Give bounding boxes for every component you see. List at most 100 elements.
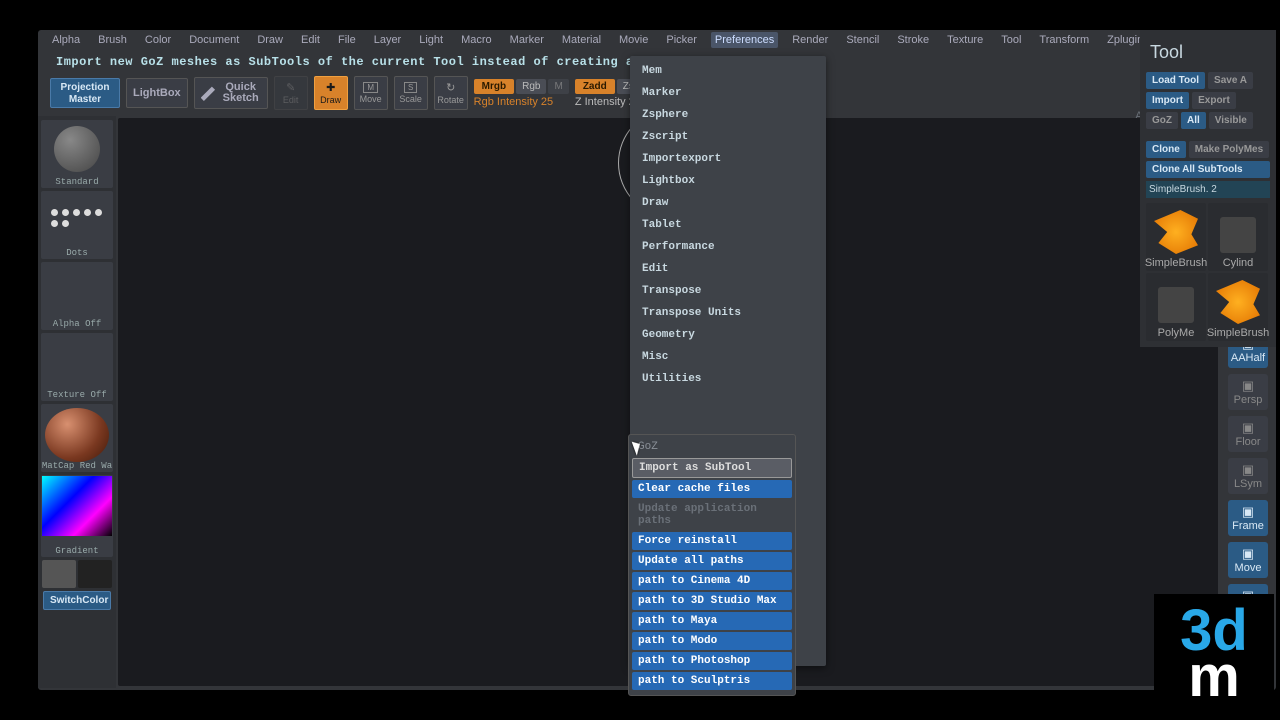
menu-document[interactable]: Document xyxy=(185,32,243,48)
pref-item-edit[interactable]: Edit xyxy=(632,258,824,280)
menu-material[interactable]: Material xyxy=(558,32,605,48)
menu-light[interactable]: Light xyxy=(415,32,447,48)
path-to-cinema4d-button[interactable]: path to Cinema 4D xyxy=(632,572,792,590)
subtool-grid: SimpleBrushCylindPolyMeSimpleBrush xyxy=(1146,203,1270,341)
path-to-3dsmax-button[interactable]: path to 3D Studio Max xyxy=(632,592,792,610)
floor-button[interactable]: ▣Floor xyxy=(1228,416,1268,452)
menu-preferences[interactable]: Preferences xyxy=(711,32,778,48)
menu-color[interactable]: Color xyxy=(141,32,175,48)
goz-all-button[interactable]: All xyxy=(1181,112,1206,129)
path-to-maya-button[interactable]: path to Maya xyxy=(632,612,792,630)
pref-item-misc[interactable]: Misc xyxy=(632,346,824,368)
pref-item-performance[interactable]: Performance xyxy=(632,236,824,258)
switch-color-button[interactable]: SwitchColor xyxy=(43,591,111,610)
goz-visible-button[interactable]: Visible xyxy=(1209,112,1253,129)
lightbox-button[interactable]: LightBox xyxy=(126,78,188,108)
clear-cache-files-button[interactable]: Clear cache files xyxy=(632,480,792,498)
frame-button[interactable]: ▣Frame xyxy=(1228,500,1268,536)
menu-tool[interactable]: Tool xyxy=(997,32,1025,48)
preferences-menu: MemMarkerZsphereZscriptImportexportLight… xyxy=(630,56,826,666)
persp-button[interactable]: ▣Persp xyxy=(1228,374,1268,410)
menu-brush[interactable]: Brush xyxy=(94,32,131,48)
menu-stroke[interactable]: Stroke xyxy=(893,32,933,48)
menu-macro[interactable]: Macro xyxy=(457,32,496,48)
menu-transform[interactable]: Transform xyxy=(1035,32,1093,48)
pref-item-tablet[interactable]: Tablet xyxy=(632,214,824,236)
watermark-logo: 3dm xyxy=(1154,594,1274,714)
left-brush-panel: Standard Dots Alpha Off Texture Off MatC… xyxy=(38,116,116,688)
move-button[interactable]: ▣Move xyxy=(1228,542,1268,578)
alpha-selector[interactable]: Alpha Off xyxy=(41,262,113,330)
stroke-selector[interactable]: Dots xyxy=(41,191,113,259)
pref-item-geometry[interactable]: Geometry xyxy=(632,324,824,346)
menu-draw[interactable]: Draw xyxy=(253,32,287,48)
clone-button[interactable]: Clone xyxy=(1146,141,1186,158)
goz-button[interactable]: GoZ xyxy=(1146,112,1178,129)
rotate-mode-button[interactable]: ↻Rotate xyxy=(434,76,468,110)
pref-item-draw[interactable]: Draw xyxy=(632,192,824,214)
pref-item-utilities[interactable]: Utilities xyxy=(632,368,824,390)
menu-alpha[interactable]: Alpha xyxy=(48,32,84,48)
import-button[interactable]: Import xyxy=(1146,92,1189,109)
pref-item-lightbox[interactable]: Lightbox xyxy=(632,170,824,192)
mrgb-button[interactable]: Mrgb xyxy=(474,79,514,94)
tool-panel-title: Tool xyxy=(1146,36,1270,69)
update-all-paths-button[interactable]: Update all paths xyxy=(632,552,792,570)
menu-layer[interactable]: Layer xyxy=(370,32,406,48)
lsym-button[interactable]: ▣LSym xyxy=(1228,458,1268,494)
projection-master-button[interactable]: Projection Master xyxy=(50,78,120,108)
path-to-sculptris-button[interactable]: path to Sculptris xyxy=(632,672,792,690)
goz-submenu: GoZ Import as SubTool Clear cache files … xyxy=(628,434,796,696)
clone-all-subtools-button[interactable]: Clone All SubTools xyxy=(1146,161,1270,178)
subtool-item[interactable]: SimpleBrush xyxy=(1208,273,1268,341)
update-application-paths-button[interactable]: Update application paths xyxy=(632,500,792,530)
menu-texture[interactable]: Texture xyxy=(943,32,987,48)
pref-item-marker[interactable]: Marker xyxy=(632,82,824,104)
current-tool-label: SimpleBrush. 2 xyxy=(1146,181,1270,198)
scale-mode-button[interactable]: SScale xyxy=(394,76,428,110)
subtool-item[interactable]: PolyMe xyxy=(1146,273,1206,341)
draw-mode-button[interactable]: ✚Draw xyxy=(314,76,348,110)
pref-item-importexport[interactable]: Importexport xyxy=(632,148,824,170)
subtool-item[interactable]: Cylind xyxy=(1208,203,1268,271)
subtool-item[interactable]: SimpleBrush xyxy=(1146,203,1206,271)
make-polymesh-button[interactable]: Make PolyMes xyxy=(1189,141,1269,158)
path-to-photoshop-button[interactable]: path to Photoshop xyxy=(632,652,792,670)
menu-edit[interactable]: Edit xyxy=(297,32,324,48)
pref-item-transpose[interactable]: Transpose xyxy=(632,280,824,302)
pref-item-transpose-units[interactable]: Transpose Units xyxy=(632,302,824,324)
import-as-subtool-button[interactable]: Import as SubTool xyxy=(632,458,792,478)
brush-selector[interactable]: Standard xyxy=(41,120,113,188)
secondary-color-swatch[interactable] xyxy=(78,560,112,588)
menu-stencil[interactable]: Stencil xyxy=(842,32,883,48)
pref-item-mem[interactable]: Mem xyxy=(632,60,824,82)
main-menu-bar: Alpha Brush Color Document Draw Edit File Layer… xyxy=(38,30,1276,50)
color-picker[interactable]: Gradient xyxy=(41,475,113,557)
edit-mode-button[interactable]: ✎Edit xyxy=(274,76,308,110)
zadd-button[interactable]: Zadd xyxy=(575,79,615,94)
texture-selector[interactable]: Texture Off xyxy=(41,333,113,401)
menu-movie[interactable]: Movie xyxy=(615,32,652,48)
menu-render[interactable]: Render xyxy=(788,32,832,48)
export-button[interactable]: Export xyxy=(1192,92,1236,109)
menu-picker[interactable]: Picker xyxy=(662,32,701,48)
material-selector[interactable]: MatCap Red Wa xyxy=(41,404,113,472)
goz-submenu-header: GoZ xyxy=(632,438,792,456)
menu-file[interactable]: File xyxy=(334,32,360,48)
quick-sketch-button[interactable]: Quick Sketch xyxy=(194,77,268,109)
tool-panel: Tool Load ToolSave A ImportExport GoZAll… xyxy=(1140,30,1276,347)
save-as-button[interactable]: Save A xyxy=(1208,72,1253,89)
quick-sketch-label: Quick Sketch xyxy=(221,82,261,104)
load-tool-button[interactable]: Load Tool xyxy=(1146,72,1205,89)
rgb-intensity-slider[interactable]: Rgb Intensity 25 xyxy=(474,96,569,108)
force-reinstall-button[interactable]: Force reinstall xyxy=(632,532,792,550)
pref-item-zscript[interactable]: Zscript xyxy=(632,126,824,148)
m-button[interactable]: M xyxy=(548,79,568,94)
pref-item-zsphere[interactable]: Zsphere xyxy=(632,104,824,126)
path-to-modo-button[interactable]: path to Modo xyxy=(632,632,792,650)
menu-marker[interactable]: Marker xyxy=(506,32,548,48)
pencil-icon xyxy=(201,85,217,101)
rgb-button[interactable]: Rgb xyxy=(516,79,546,94)
move-mode-button[interactable]: MMove xyxy=(354,76,388,110)
main-color-swatch[interactable] xyxy=(42,560,76,588)
